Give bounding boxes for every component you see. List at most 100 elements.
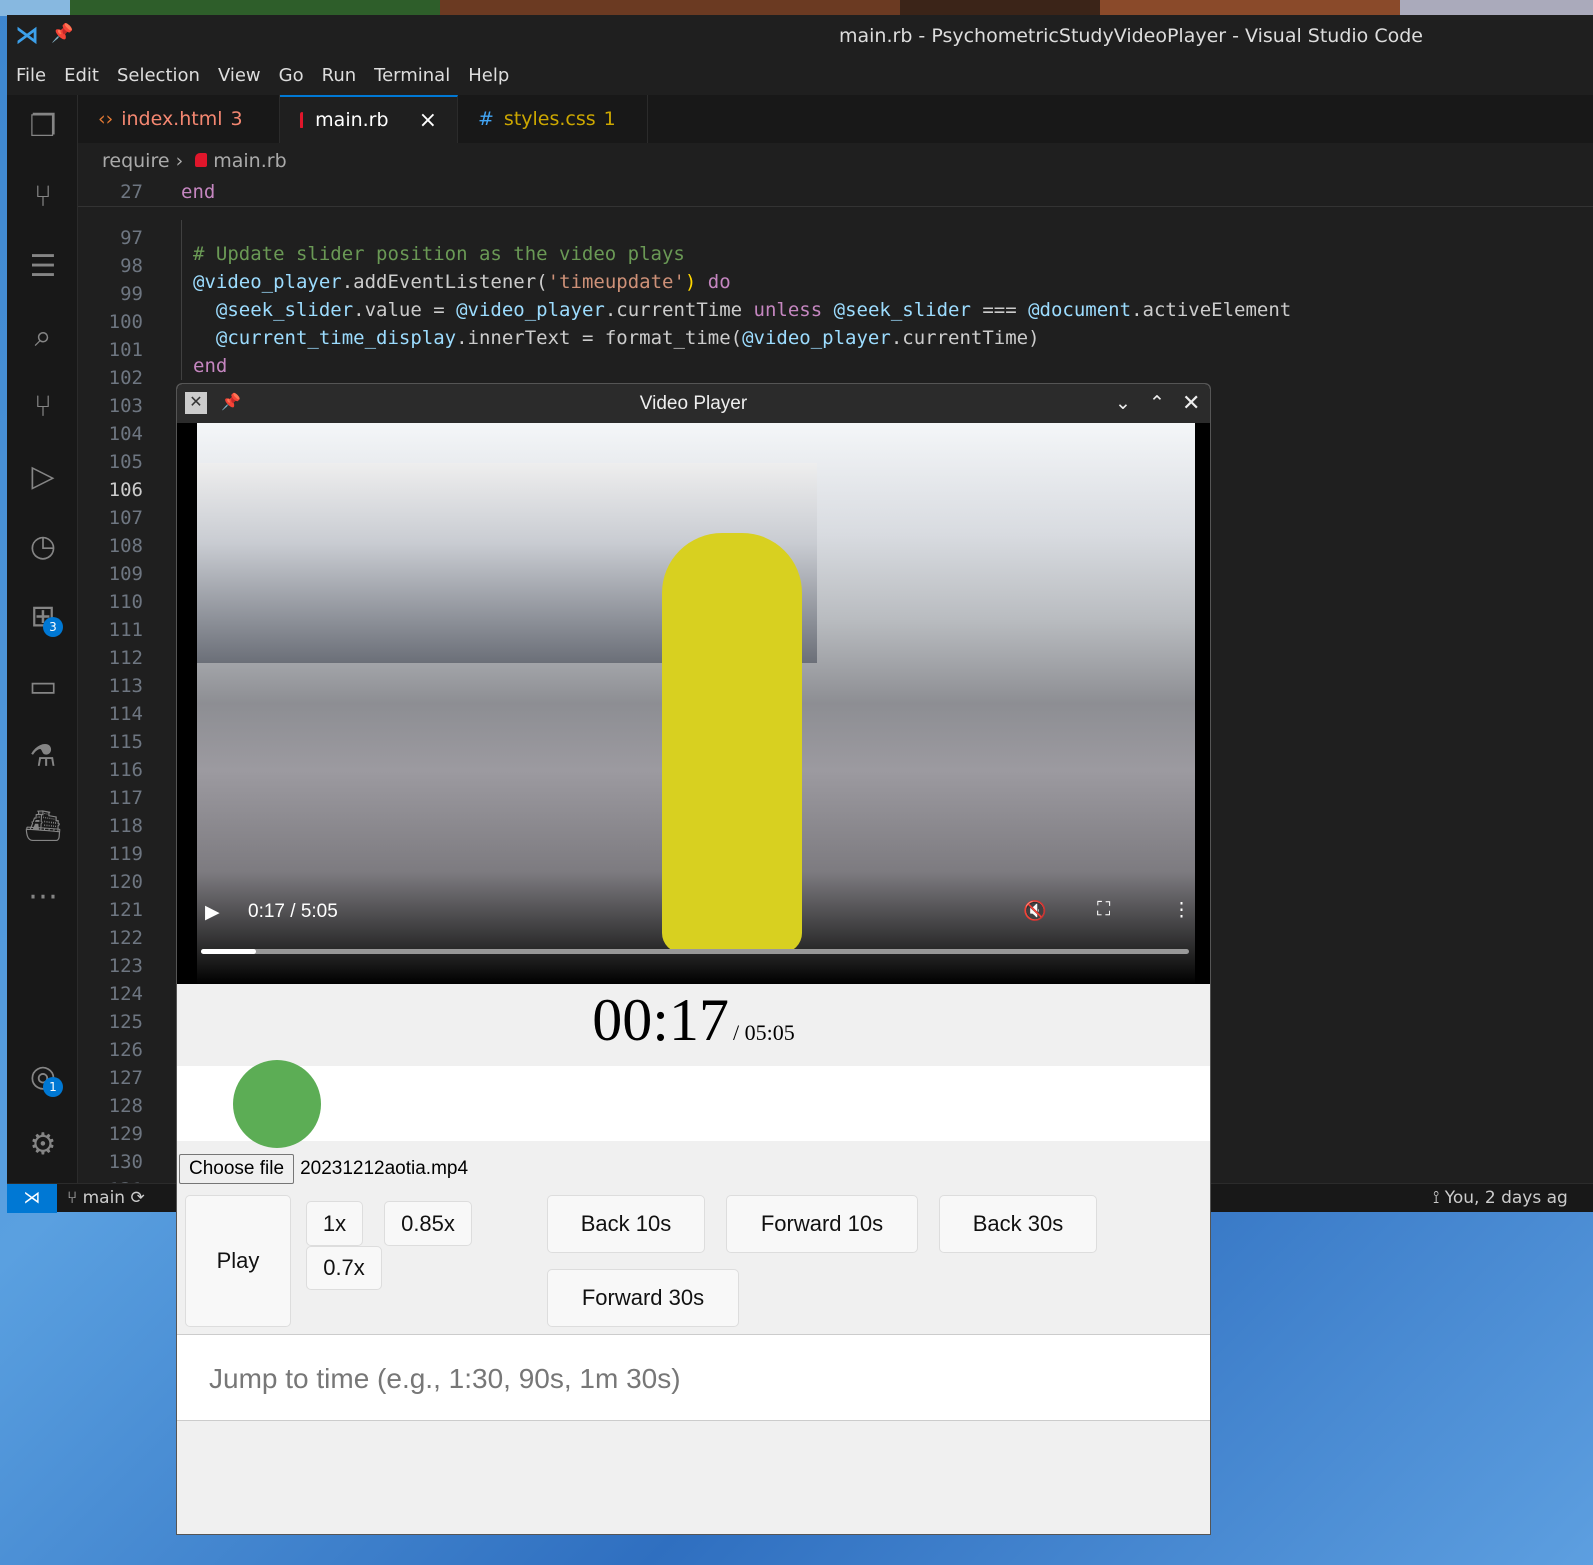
- sync-icon[interactable]: ⟳: [131, 1188, 145, 1208]
- git-blame[interactable]: ⟟ You, 2 days ag: [1433, 1188, 1568, 1208]
- line-number: 107: [108, 507, 143, 529]
- more-options-icon[interactable]: ⋮: [1172, 899, 1191, 922]
- line-number: 121: [108, 899, 143, 921]
- menu-terminal[interactable]: Terminal: [374, 65, 450, 86]
- line-number: 114: [108, 703, 143, 725]
- breadcrumb-require[interactable]: require: [102, 150, 170, 172]
- line-number: 126: [108, 1039, 143, 1061]
- search-icon[interactable]: ⌕: [23, 317, 63, 357]
- speed-07x-button[interactable]: 0.7x: [306, 1246, 382, 1290]
- seek-slider[interactable]: [177, 1060, 1210, 1148]
- indent-guide: [181, 220, 182, 380]
- maximize-icon[interactable]: ⌃: [1149, 392, 1165, 415]
- window-title: Video Player: [639, 393, 748, 414]
- line-number: 129: [108, 1123, 143, 1145]
- line-number: 130: [108, 1151, 143, 1173]
- sticky-scroll: 27 end: [78, 180, 1593, 207]
- line-number: 110: [108, 591, 143, 613]
- tab-label: index.html: [121, 108, 223, 130]
- menu-run[interactable]: Run: [322, 65, 357, 86]
- forward-10s-button[interactable]: Forward 10s: [726, 1195, 918, 1253]
- line-number: 100: [108, 311, 143, 333]
- source-control-icon[interactable]: ⑂: [23, 177, 63, 217]
- git-graph-icon[interactable]: ⑂: [23, 387, 63, 427]
- time-display: 00:17 / 05:05: [177, 984, 1210, 1066]
- settings-gear-icon[interactable]: ⚙: [23, 1125, 63, 1165]
- close-tab-icon[interactable]: ×: [419, 108, 437, 133]
- branch-indicator[interactable]: ⑂ main ⟳: [67, 1188, 145, 1208]
- menu-go[interactable]: Go: [279, 65, 304, 86]
- docker-icon[interactable]: ⛴: [23, 807, 63, 847]
- menu-file[interactable]: File: [16, 65, 46, 86]
- remote-explorer-icon[interactable]: ▭: [23, 667, 63, 707]
- line-number: 124: [108, 983, 143, 1005]
- pin-icon[interactable]: 📌: [51, 23, 73, 44]
- speed-085x-button[interactable]: 0.85x: [384, 1201, 472, 1246]
- line-number: 108: [108, 535, 143, 557]
- line-number: 128: [108, 1095, 143, 1117]
- editor-tabs: ‹› index.html 3 main.rb × # styles.css 1: [78, 95, 1593, 143]
- close-icon[interactable]: ✕: [1182, 390, 1200, 416]
- tab-label: styles.css: [503, 108, 596, 130]
- code-line-101: @current_time_display.innerText = format…: [193, 327, 1040, 349]
- forward-30s-button[interactable]: Forward 30s: [547, 1269, 739, 1327]
- code-line-100: @seek_slider.value = @video_player.curre…: [193, 299, 1292, 321]
- desktop-top-strip: [0, 0, 1593, 16]
- activity-bar: ❐ ⑂ ☰ ⌕ ⑂ ▷ ◷ ⊞ 3 ▭ ⚗ ⛴ ⋯ ◎ 1 ⚙: [7, 95, 78, 1183]
- choose-file-button[interactable]: Choose file: [179, 1154, 295, 1184]
- outline-icon[interactable]: ☰: [23, 247, 63, 287]
- vscode-logo-icon: ⋊: [15, 21, 39, 49]
- file-picker: Choose file 20231212aotia.mp4: [179, 1154, 468, 1184]
- play-icon[interactable]: ▶: [205, 901, 220, 924]
- line-number: 118: [108, 815, 143, 837]
- video-element[interactable]: ▶ 0:17 / 5:05 🔇 ⛶ ⋮: [177, 423, 1210, 984]
- fullscreen-icon[interactable]: ⛶: [1097, 899, 1110, 921]
- code-line-99: @video_player.addEventListener('timeupda…: [193, 271, 731, 293]
- back-10s-button[interactable]: Back 10s: [547, 1195, 705, 1253]
- code-line-98: # Update slider position as the video pl…: [193, 243, 685, 265]
- seek-progress: [201, 949, 257, 954]
- line-number: 113: [108, 675, 143, 697]
- line-number: 109: [108, 563, 143, 585]
- play-button[interactable]: Play: [185, 1195, 291, 1327]
- testing-icon[interactable]: ⚗: [23, 737, 63, 777]
- menu-edit[interactable]: Edit: [64, 65, 99, 86]
- extensions-icon[interactable]: ⊞ 3: [23, 597, 63, 637]
- mute-icon[interactable]: 🔇: [1023, 899, 1047, 923]
- speed-1x-button[interactable]: 1x: [306, 1201, 363, 1246]
- line-number: 106: [108, 479, 143, 501]
- tab-label: main.rb: [315, 109, 389, 131]
- window-title: main.rb - PsychometricStudyVideoPlayer -…: [839, 25, 1423, 47]
- tab-main-rb[interactable]: main.rb ×: [280, 95, 458, 143]
- native-seek-bar[interactable]: [201, 949, 1189, 954]
- breadcrumb-file[interactable]: main.rb: [213, 150, 286, 172]
- line-number: 125: [108, 1011, 143, 1033]
- branch-name: main: [82, 1188, 126, 1208]
- more-icon[interactable]: ⋯: [23, 877, 63, 917]
- code-line: end: [181, 181, 216, 203]
- run-debug-icon[interactable]: ▷: [23, 457, 63, 497]
- code-line-102: end: [193, 355, 228, 377]
- menu-selection[interactable]: Selection: [117, 65, 200, 86]
- breadcrumb: require › main.rb: [102, 150, 287, 172]
- line-number: 102: [108, 367, 143, 389]
- minimize-icon[interactable]: ⌄: [1115, 392, 1131, 415]
- tab-styles-css[interactable]: # styles.css 1: [458, 95, 648, 143]
- explorer-icon[interactable]: ❐: [23, 107, 63, 147]
- video-player-window: ✕ 📌 Video Player ⌄ ⌃ ✕ ▶ 0:17 / 5:05 🔇 ⛶…: [176, 383, 1211, 1535]
- menu-help[interactable]: Help: [468, 65, 509, 86]
- line-number: 120: [108, 871, 143, 893]
- timeline-icon[interactable]: ◷: [23, 527, 63, 567]
- menu-view[interactable]: View: [218, 65, 261, 86]
- css-file-icon: #: [478, 108, 494, 130]
- jump-to-time-input[interactable]: Jump to time (e.g., 1:30, 90s, 1m 30s): [177, 1334, 1210, 1421]
- line-number: 115: [108, 731, 143, 753]
- back-30s-button[interactable]: Back 30s: [939, 1195, 1097, 1253]
- accounts-icon[interactable]: ◎ 1: [23, 1057, 63, 1097]
- slider-thumb[interactable]: [233, 1060, 321, 1148]
- blame-text: You, 2 days ag: [1444, 1188, 1568, 1208]
- title-bar: ⋊ 📌 main.rb - PsychometricStudyVideoPlay…: [7, 15, 1593, 55]
- remote-indicator-icon[interactable]: ⋊: [7, 1184, 57, 1213]
- current-time: 00:17: [592, 987, 729, 1053]
- tab-index-html[interactable]: ‹› index.html 3: [78, 95, 280, 143]
